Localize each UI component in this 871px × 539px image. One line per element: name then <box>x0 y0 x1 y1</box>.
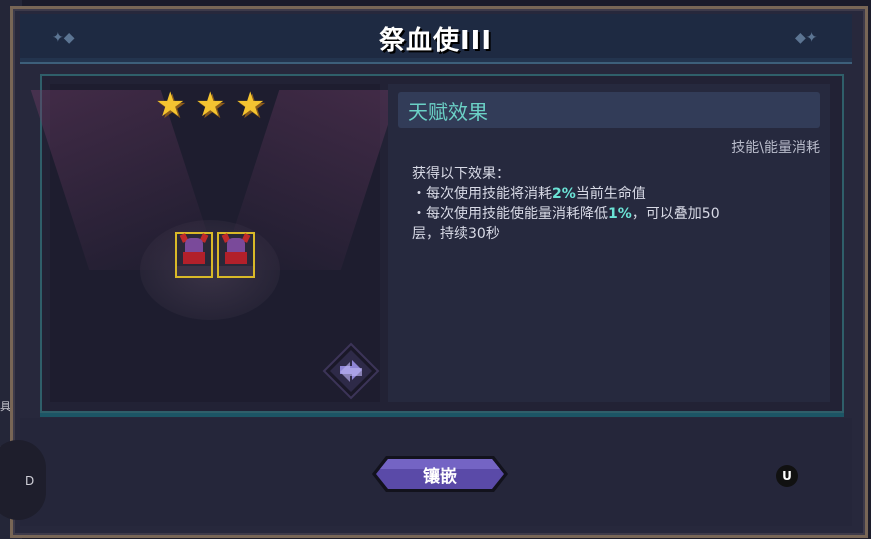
swap-arrows-icon[interactable] <box>322 342 380 400</box>
hotkey-badge: U <box>776 465 798 487</box>
star-icon: ★ <box>195 85 226 125</box>
star-rating: ★ ★ ★ <box>155 88 275 124</box>
dialog-title: 祭血使III <box>378 26 493 56</box>
star-icon: ★ <box>155 85 186 125</box>
talent-header: 天赋效果 <box>408 100 488 124</box>
description-line-1: ・每次使用技能将消耗2%当前生命值 <box>412 184 812 204</box>
talent-description: 获得以下效果： ・每次使用技能将消耗2%当前生命值 ・每次使用技能使能量消耗降低… <box>412 164 812 244</box>
description-line-3: 层，持续30秒 <box>412 226 500 242</box>
left-hotkey-circle[interactable] <box>0 440 46 520</box>
hero-body <box>225 252 247 264</box>
line1-pre: ・每次使用技能将消耗 <box>412 186 552 202</box>
left-hotkey-label: D <box>25 474 35 488</box>
star-icon: ★ <box>235 85 266 125</box>
description-intro: 获得以下效果： <box>412 166 510 182</box>
hero-body <box>183 252 205 264</box>
line2-value: 1% <box>608 206 632 222</box>
line2-pre: ・每次使用技能使能量消耗降低 <box>412 206 608 222</box>
line1-value: 2% <box>552 186 576 202</box>
line2-mid: ，可以叠加50 <box>631 206 720 222</box>
hero-unit-1 <box>175 232 213 278</box>
inlay-button-label[interactable]: 镶嵌 <box>372 462 508 487</box>
description-line-2: ・每次使用技能使能量消耗降低1%，可以叠加50 <box>412 204 812 224</box>
talent-category: 技能\能量消耗 <box>731 140 820 156</box>
line1-post: 当前生命值 <box>575 186 646 202</box>
hero-unit-2 <box>217 232 255 278</box>
